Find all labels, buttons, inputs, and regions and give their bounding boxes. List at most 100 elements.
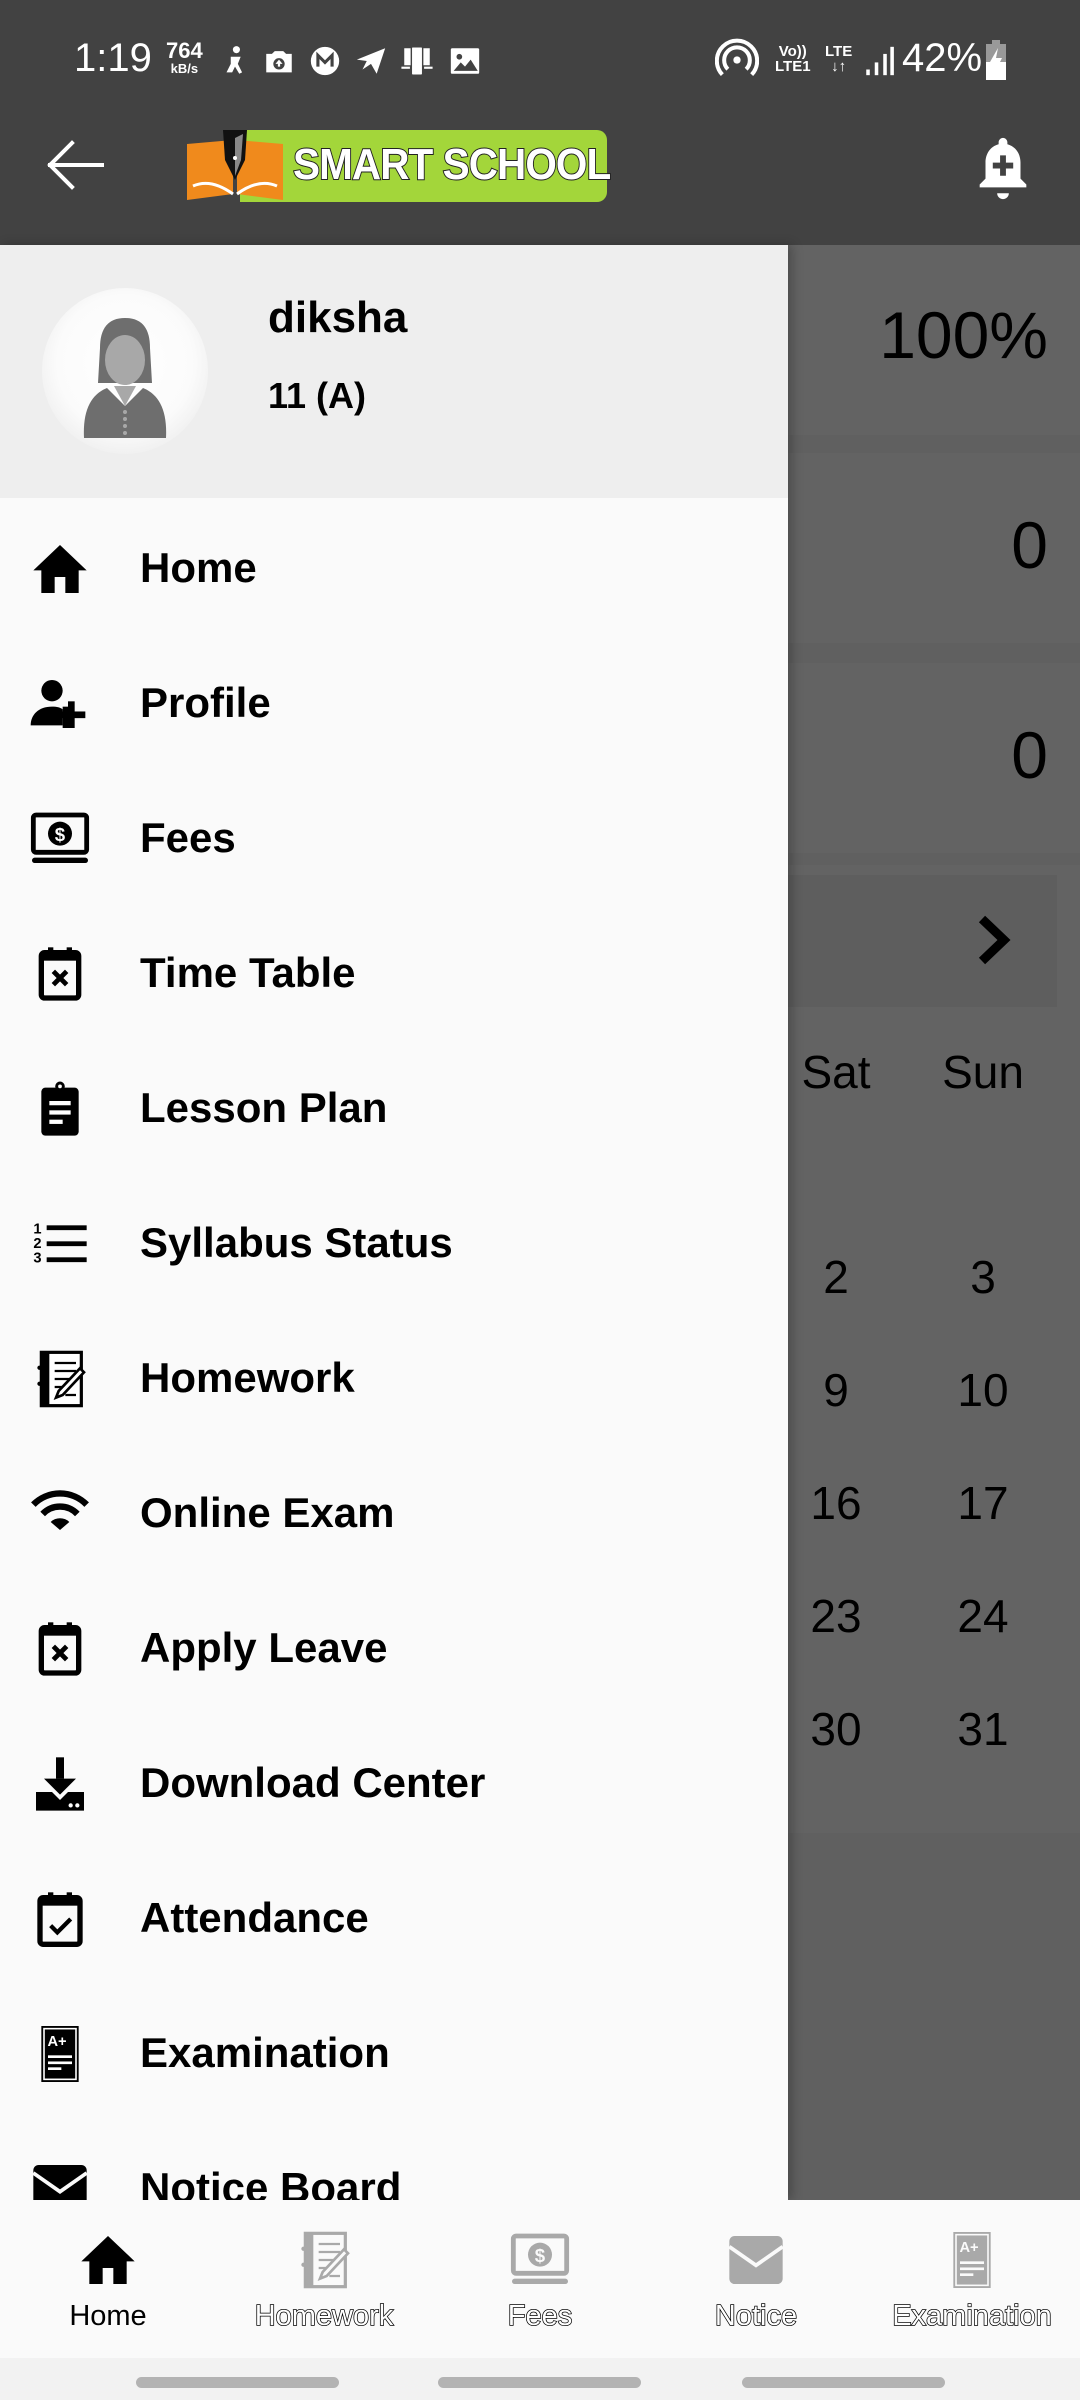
drawer-header: diksha 11 (A) [0,245,788,498]
svg-text:3: 3 [33,1251,41,1267]
drawer-item-syllabus-status[interactable]: 123 Syllabus Status [0,1176,788,1311]
drawer-item-download-center[interactable]: Download Center [0,1716,788,1851]
bottom-nav-home[interactable]: Home [0,2200,216,2358]
volte-bottom-label: LTE1 [775,58,811,75]
bottom-nav-label: Fees [507,2299,573,2333]
clipboard-icon [41,1081,79,1136]
svg-text:$: $ [535,2245,546,2266]
telegram-icon [356,48,386,74]
person-add-icon [30,680,86,728]
network-speed-unit: kB/s [170,61,199,76]
drawer-item-label: Apply Leave [140,1624,388,1671]
system-nav-home[interactable] [438,2377,641,2388]
drawer-item-fees[interactable]: $ Fees [0,771,788,906]
battery-charging-icon [986,40,1006,80]
drawer-item-profile[interactable]: Profile [0,636,788,771]
lte-label: LTE [825,43,853,60]
drawer-item-label: Home [140,544,257,591]
fees-laptop-dollar-icon: $ [510,2233,570,2284]
numbered-list-icon: 123 [33,1221,87,1267]
notebook-pencil-icon [301,2231,350,2289]
back-button[interactable] [38,130,118,200]
mega-icon [310,46,340,76]
drawer-item-examination[interactable]: A+ Examination [0,1986,788,2121]
drawer-item-homework[interactable]: Homework [0,1311,788,1446]
gallery-icon [450,48,480,74]
drawer-item-home[interactable]: Home [0,501,788,636]
drawer-item-lesson-plan[interactable]: Lesson Plan [0,1041,788,1176]
drawer-item-label: Examination [140,2029,390,2076]
calendar-x-icon [38,1622,82,1676]
accessibility-icon [226,46,243,74]
drawer-item-apply-leave[interactable]: Apply Leave [0,1581,788,1716]
signal-icon [866,46,894,76]
svg-text:$: $ [55,824,66,845]
drawer-item-online-exam[interactable]: Online Exam [0,1446,788,1581]
drawer-item-attendance[interactable]: Attendance [0,1851,788,1986]
female-avatar-icon [83,318,167,438]
drawer-item-label: Time Table [140,949,356,996]
bottom-nav-homework[interactable]: Homework [216,2200,432,2358]
system-nav-recents[interactable] [136,2377,339,2388]
calendar-x-icon [38,947,82,1001]
top-bar: 1:19 764 kB/s Vo)) LTE1 LTE ↓↑ 42% SMART… [0,0,1080,245]
grade-sheet-icon: A+ [953,2232,991,2288]
svg-text:1: 1 [33,1221,41,1237]
bottom-navigation: Home Homework $ Fees Notice A+ Examinati… [0,2200,1080,2358]
lte-arrows: ↓↑ [831,58,847,75]
calendar-check-icon [37,1892,83,1947]
home-icon [33,545,87,593]
wifi-icon [31,1490,89,1530]
download-tray-icon [36,1757,84,1811]
network-speed-value: 764 [166,38,203,63]
status-time: 1:19 [74,36,152,80]
lte-indicator: LTE ↓↑ [825,44,852,74]
navigation-drawer: diksha 11 (A) Home Profile $ Fees Time T… [0,245,788,2200]
arrow-back-icon [47,140,104,190]
bottom-nav-label: Notice [714,2299,798,2333]
bottom-nav-examination[interactable]: A+ Examination [864,2200,1080,2358]
drawer-item-notice-board[interactable]: Notice Board [0,2121,788,2200]
svg-text:A+: A+ [959,2240,978,2256]
svg-text:2: 2 [33,1236,41,1252]
bottom-nav-label: Home [69,2300,147,2332]
drawer-item-label: Fees [140,814,236,861]
drawer-item-label: Attendance [140,1894,369,1941]
hotspot-icon [715,38,759,77]
envelope-icon [728,2236,784,2284]
drawer-item-label: Syllabus Status [140,1219,453,1266]
fees-laptop-dollar-icon: $ [30,812,90,863]
drawer-item-label: Online Exam [140,1489,395,1536]
user-class: 11 (A) [268,375,367,416]
camera-upload-icon [266,51,292,73]
bottom-nav-fees[interactable]: $ Fees [432,2200,648,2358]
battery-percent: 42% [902,36,983,80]
notebook-pencil-icon [37,1350,86,1408]
network-speed: 764 kB/s [166,38,203,76]
drawer-item-label: Notice Board [140,2164,402,2200]
volte-indicator: Vo)) LTE1 [775,44,811,74]
drawer-item-label: Download Center [140,1759,486,1806]
grade-sheet-icon: A+ [41,2026,79,2082]
bottom-nav-label: Homework [254,2299,394,2333]
avatar[interactable] [42,288,208,454]
logo-text: SMART SCHOOL [292,139,612,190]
volte-top-label: Vo)) [778,43,807,60]
bell-plus-icon [979,137,1027,200]
bottom-nav-label: Examination [891,2299,1052,2333]
envelope-icon [32,2165,88,2200]
system-nav-back[interactable] [742,2377,945,2388]
system-nav-bar [0,2358,1080,2400]
drawer-item-time-table[interactable]: Time Table [0,906,788,1041]
svg-text:A+: A+ [47,2034,66,2050]
home-icon [81,2236,135,2284]
book-pen-logo-icon [187,130,283,200]
bottom-nav-notice[interactable]: Notice [648,2200,864,2358]
phone-link-icon [401,46,433,76]
notification-button[interactable] [968,132,1038,202]
user-name: diksha [268,293,408,342]
drawer-item-label: Profile [140,679,271,726]
drawer-item-label: Lesson Plan [140,1084,388,1131]
app-logo: SMART SCHOOL [185,130,612,202]
drawer-item-label: Homework [140,1354,355,1401]
